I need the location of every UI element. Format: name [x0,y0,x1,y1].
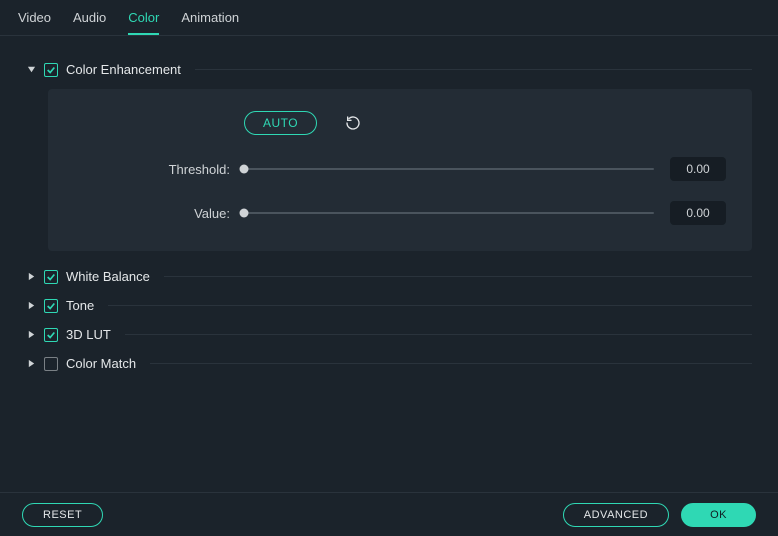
divider [164,276,752,277]
reset-button[interactable]: RESET [22,503,103,527]
section-tone[interactable]: Tone [26,290,752,319]
checkbox-tone[interactable] [44,299,58,313]
tab-audio[interactable]: Audio [73,10,106,35]
reset-icon[interactable] [345,115,361,131]
advanced-button[interactable]: ADVANCED [563,503,669,527]
checkbox-color-match[interactable] [44,357,58,371]
value-value[interactable]: 0.00 [670,201,726,225]
divider [195,69,752,70]
section-3d-lut[interactable]: 3D LUT [26,319,752,348]
section-label: Color Match [66,356,136,371]
section-label: Tone [66,298,94,313]
chevron-down-icon[interactable] [26,65,36,75]
content-area: Color Enhancement AUTO Threshold: 0.00 V… [0,36,778,377]
section-color-enhancement[interactable]: Color Enhancement [26,54,752,83]
section-color-match[interactable]: Color Match [26,348,752,377]
section-label: 3D LUT [66,327,111,342]
divider [108,305,752,306]
tab-animation[interactable]: Animation [181,10,239,35]
chevron-right-icon[interactable] [26,330,36,340]
slider-thumb[interactable] [240,209,249,218]
checkbox-color-enhancement[interactable] [44,63,58,77]
value-row: Value: 0.00 [74,201,726,225]
chevron-right-icon[interactable] [26,272,36,282]
divider [150,363,752,364]
value-slider[interactable] [244,212,654,214]
slider-thumb[interactable] [240,165,249,174]
ok-button[interactable]: OK [681,503,756,527]
checkbox-3d-lut[interactable] [44,328,58,342]
section-white-balance[interactable]: White Balance [26,261,752,290]
value-label: Value: [74,206,244,221]
color-enhancement-panel: AUTO Threshold: 0.00 Value: 0.00 [48,89,752,251]
divider [125,334,752,335]
threshold-slider[interactable] [244,168,654,170]
tab-bar: Video Audio Color Animation [0,0,778,36]
section-label: Color Enhancement [66,62,181,77]
auto-button[interactable]: AUTO [244,111,317,135]
chevron-right-icon[interactable] [26,359,36,369]
tab-video[interactable]: Video [18,10,51,35]
threshold-value[interactable]: 0.00 [670,157,726,181]
checkbox-white-balance[interactable] [44,270,58,284]
section-label: White Balance [66,269,150,284]
chevron-right-icon[interactable] [26,301,36,311]
threshold-label: Threshold: [74,162,244,177]
tab-color[interactable]: Color [128,10,159,35]
threshold-row: Threshold: 0.00 [74,157,726,181]
footer-bar: RESET ADVANCED OK [0,492,778,536]
